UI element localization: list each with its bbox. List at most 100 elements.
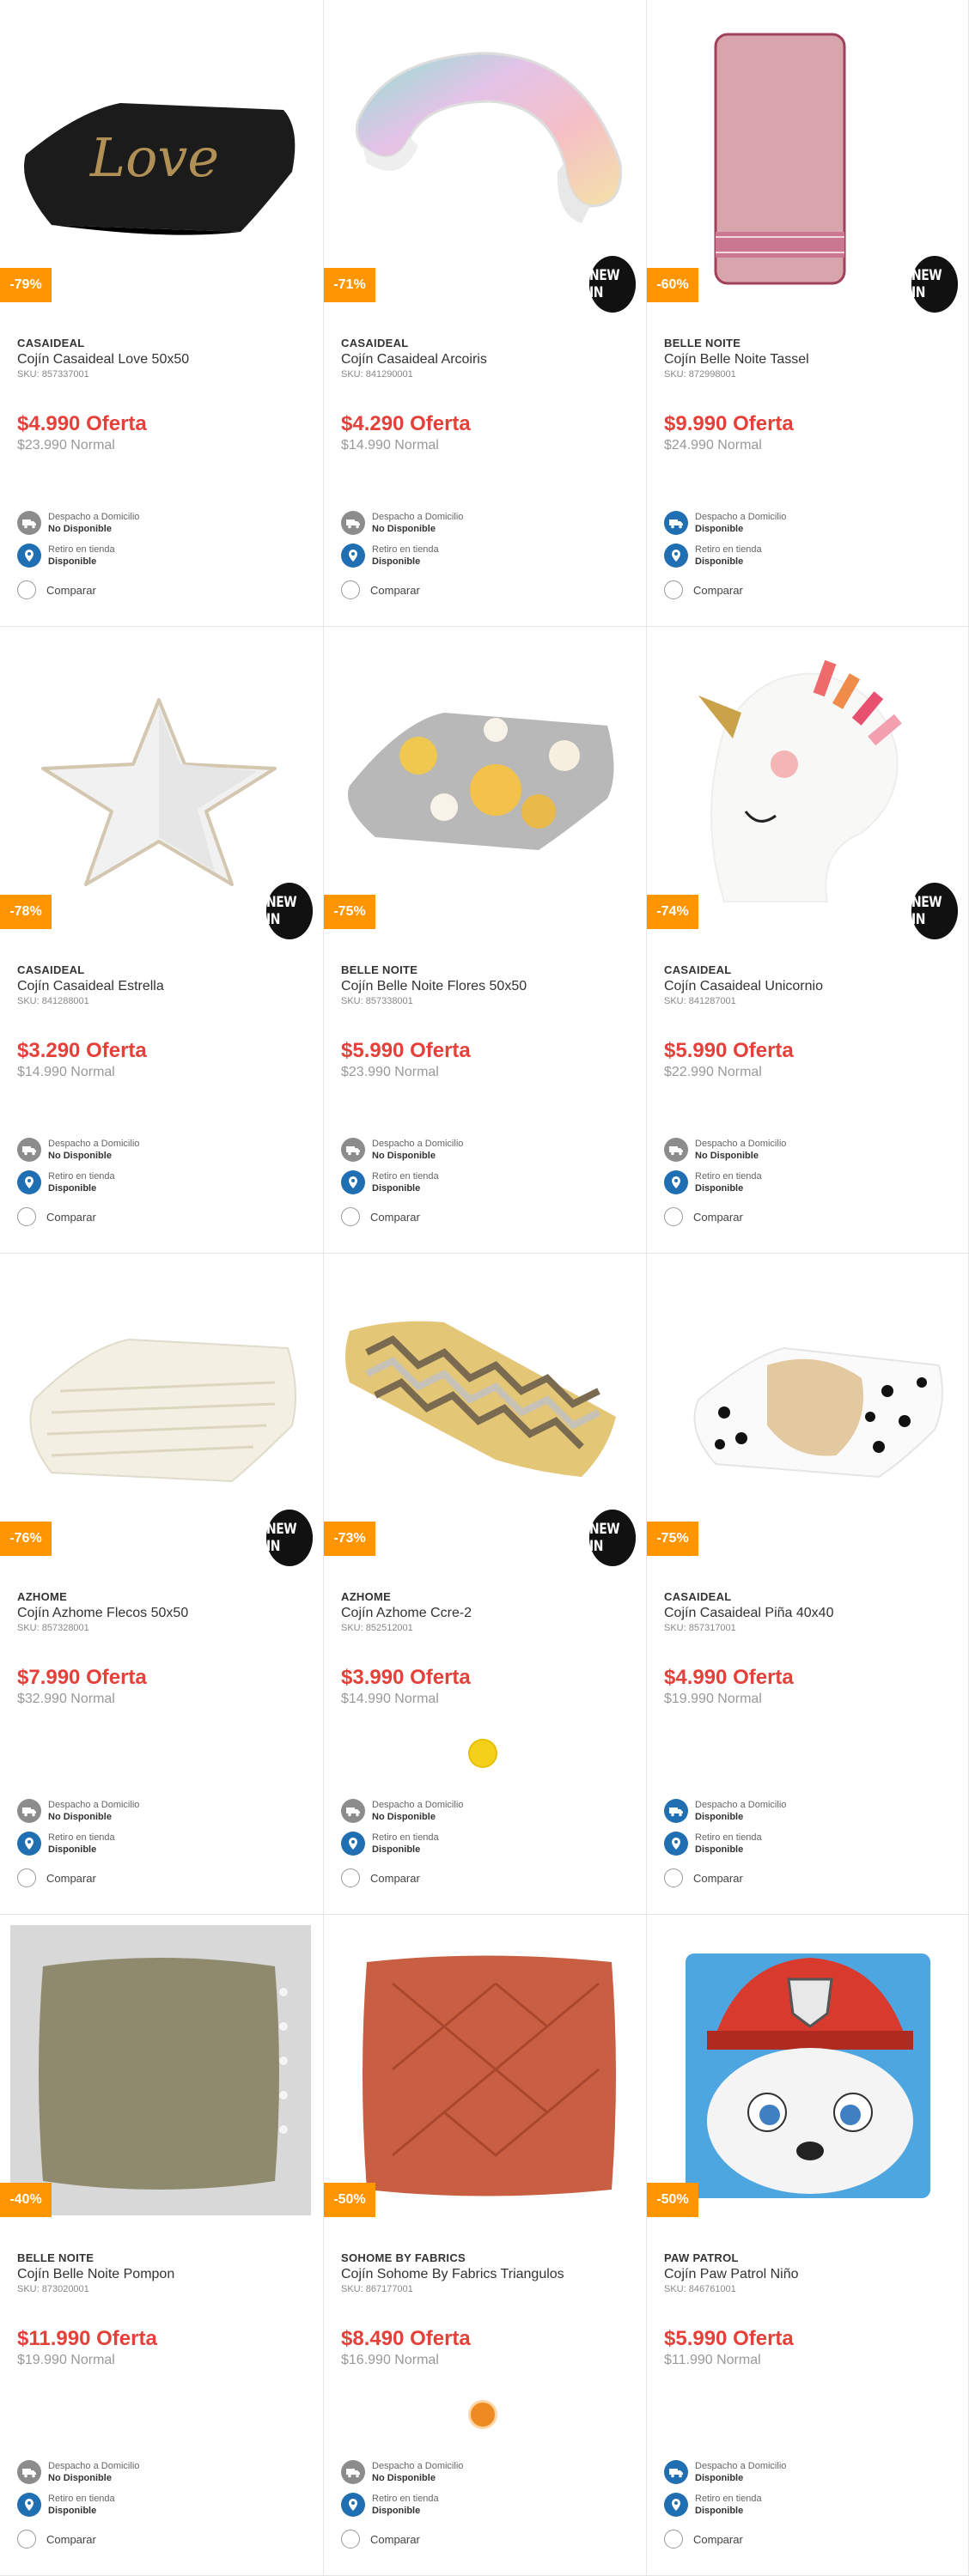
compare-label: Comparar: [693, 1871, 743, 1885]
product-name[interactable]: Cojín Azhome Flecos 50x50: [17, 1606, 313, 1621]
new-in-badge: NEW IN: [265, 883, 314, 939]
product-sku: SKU: 857337001: [17, 369, 89, 380]
product-sku: SKU: 857338001: [341, 996, 413, 1006]
compare-radio[interactable]: [17, 2530, 36, 2549]
product-sku: SKU: 857317001: [664, 1623, 736, 1633]
compare-checkbox[interactable]: Comparar: [17, 2530, 96, 2549]
product-card[interactable]: -40% BELLE NOITE Cojín Belle Noite Pompo…: [0, 1915, 324, 2576]
product-sku: SKU: 841287001: [664, 996, 736, 1006]
shipping-status: Despacho a Domicilio No Disponible: [372, 2461, 464, 2483]
compare-checkbox[interactable]: Comparar: [664, 1207, 743, 1226]
pickup-status: Retiro en tienda Disponible: [695, 1171, 762, 1194]
compare-radio[interactable]: [664, 1868, 683, 1887]
product-name[interactable]: Cojín Sohome By Fabrics Triangulos: [341, 2267, 636, 2282]
compare-radio[interactable]: [17, 1207, 36, 1226]
product-image[interactable]: [324, 0, 646, 301]
product-image[interactable]: [324, 1254, 646, 1554]
compare-checkbox[interactable]: Comparar: [341, 1868, 420, 1887]
compare-radio[interactable]: [341, 1207, 360, 1226]
product-brand: AZHOME: [17, 1590, 68, 1603]
normal-price: $16.990 Normal: [341, 2353, 439, 2367]
product-image[interactable]: [324, 627, 646, 927]
product-sku: SKU: 872998001: [664, 369, 736, 380]
truck-icon: [17, 1799, 41, 1823]
store-pin-icon: [664, 1832, 688, 1856]
product-image[interactable]: [647, 1915, 968, 2215]
product-card[interactable]: -75% CASAIDEAL Cojín Casaideal Piña 40x4…: [647, 1254, 969, 1915]
pickup-status: Retiro en tienda Disponible: [372, 2494, 439, 2516]
store-pin-icon: [17, 2493, 41, 2517]
product-name[interactable]: Cojín Belle Noite Flores 50x50: [341, 979, 636, 994]
store-pin-icon: [664, 2493, 688, 2517]
color-swatch[interactable]: [468, 1739, 497, 1768]
product-brand: CASAIDEAL: [17, 963, 85, 976]
discount-badge: -78%: [0, 895, 52, 929]
product-image[interactable]: [0, 1254, 323, 1554]
product-name[interactable]: Cojín Belle Noite Tassel: [664, 352, 958, 368]
product-brand: CASAIDEAL: [17, 337, 85, 349]
truck-icon: [341, 1799, 365, 1823]
product-name[interactable]: Cojín Casaideal Estrella: [17, 979, 313, 994]
compare-radio[interactable]: [664, 2530, 683, 2549]
product-card[interactable]: Love -79% CASAIDEAL Cojín Casaideal Love…: [0, 0, 324, 627]
product-card[interactable]: -60% NEW IN BELLE NOITE Cojín Belle Noit…: [647, 0, 969, 627]
compare-checkbox[interactable]: Comparar: [17, 1868, 96, 1887]
compare-checkbox[interactable]: Comparar: [17, 1207, 96, 1226]
pickup-status: Retiro en tienda Disponible: [695, 1832, 762, 1855]
product-brand: SOHOME BY FABRICS: [341, 2251, 466, 2264]
compare-radio[interactable]: [17, 580, 36, 599]
normal-price: $32.990 Normal: [17, 1692, 115, 1706]
product-card[interactable]: -76% NEW IN AZHOME Cojín Azhome Flecos 5…: [0, 1254, 324, 1915]
compare-radio[interactable]: [17, 1868, 36, 1887]
product-name[interactable]: Cojín Belle Noite Pompon: [17, 2267, 313, 2282]
compare-checkbox[interactable]: Comparar: [664, 2530, 743, 2549]
compare-radio[interactable]: [664, 1207, 683, 1226]
product-card[interactable]: -74% NEW IN CASAIDEAL Cojín Casaideal Un…: [647, 627, 969, 1254]
compare-checkbox[interactable]: Comparar: [664, 1868, 743, 1887]
color-swatch[interactable]: [468, 2400, 497, 2429]
store-pin-icon: [664, 1170, 688, 1194]
product-card[interactable]: -50% PAW PATROL Cojín Paw Patrol Niño SK…: [647, 1915, 969, 2576]
pickup-status: Retiro en tienda Disponible: [48, 544, 115, 567]
compare-radio[interactable]: [341, 2530, 360, 2549]
product-name[interactable]: Cojín Azhome Ccre-2: [341, 1606, 636, 1621]
product-image[interactable]: [647, 0, 968, 301]
product-name[interactable]: Cojín Casaideal Love 50x50: [17, 352, 313, 368]
product-image[interactable]: [0, 627, 323, 927]
product-image[interactable]: [647, 1254, 968, 1554]
compare-checkbox[interactable]: Comparar: [664, 580, 743, 599]
product-card[interactable]: -71% NEW IN CASAIDEAL Cojín Casaideal Ar…: [324, 0, 647, 627]
product-card[interactable]: -50% SOHOME BY FABRICS Cojín Sohome By F…: [324, 1915, 647, 2576]
product-card[interactable]: -75% BELLE NOITE Cojín Belle Noite Flore…: [324, 627, 647, 1254]
shipping-status: Despacho a Domicilio No Disponible: [372, 512, 464, 534]
product-name[interactable]: Cojín Casaideal Unicornio: [664, 979, 958, 994]
compare-radio[interactable]: [341, 580, 360, 599]
product-image[interactable]: [324, 1915, 646, 2215]
discount-badge: -50%: [647, 2183, 698, 2217]
product-name[interactable]: Cojín Paw Patrol Niño: [664, 2267, 958, 2282]
product-image[interactable]: Love: [0, 0, 323, 301]
product-image[interactable]: [647, 627, 968, 927]
product-image[interactable]: [0, 1915, 323, 2215]
pillow-print-text: Love: [89, 126, 219, 189]
product-name[interactable]: Cojín Casaideal Piña 40x40: [664, 1606, 958, 1621]
pickup-status: Retiro en tienda Disponible: [372, 1832, 439, 1855]
normal-price: $23.990 Normal: [341, 1065, 439, 1079]
normal-price: $22.990 Normal: [664, 1065, 762, 1079]
normal-price: $14.990 Normal: [341, 438, 439, 453]
normal-price: $14.990 Normal: [341, 1692, 439, 1706]
offer-price: $4.990 Oferta: [664, 1666, 794, 1689]
shipping-status: Despacho a Domicilio Disponible: [695, 2461, 787, 2483]
normal-price: $19.990 Normal: [664, 1692, 762, 1706]
product-card[interactable]: -78% NEW IN CASAIDEAL Cojín Casaideal Es…: [0, 627, 324, 1254]
product-name[interactable]: Cojín Casaideal Arcoiris: [341, 352, 636, 368]
product-card[interactable]: -73% NEW IN AZHOME Cojín Azhome Ccre-2 S…: [324, 1254, 647, 1915]
offer-price: $8.490 Oferta: [341, 2327, 471, 2350]
compare-radio[interactable]: [341, 1868, 360, 1887]
compare-checkbox[interactable]: Comparar: [341, 580, 420, 599]
compare-checkbox[interactable]: Comparar: [17, 580, 96, 599]
compare-radio[interactable]: [664, 580, 683, 599]
compare-checkbox[interactable]: Comparar: [341, 1207, 420, 1226]
compare-checkbox[interactable]: Comparar: [341, 2530, 420, 2549]
discount-badge: -71%: [324, 268, 375, 302]
